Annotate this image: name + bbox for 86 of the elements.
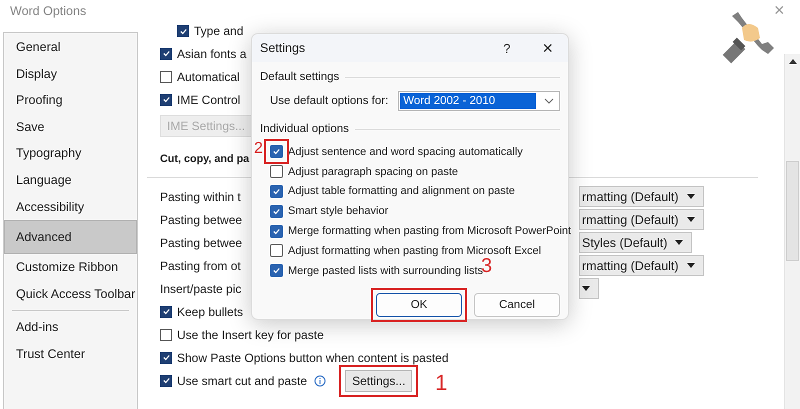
checkmark-icon: [162, 353, 170, 362]
caret-icon: [686, 194, 695, 199]
option-label: Pasting betwee: [160, 236, 242, 250]
checkmark-icon: [162, 376, 170, 385]
option-label: Merge formatting when pasting from Microsoft PowerPoint: [288, 225, 572, 238]
checkbox[interactable]: [160, 328, 172, 340]
version-dropdown[interactable]: Word 2002 - 2010: [398, 91, 560, 111]
dropdown[interactable]: rmatting (Default): [579, 255, 704, 276]
option-label: IME Control: [177, 92, 240, 106]
checkmark-icon: [162, 95, 170, 104]
option-label: Asian fonts a: [177, 46, 246, 60]
field-label: Use default options for:: [270, 95, 388, 107]
option-label: Automatical: [177, 70, 240, 84]
group-label: Default settings: [260, 71, 340, 83]
option-label: Adjust paragraph spacing on paste: [288, 166, 458, 178]
option-label: Insert/paste pic: [160, 282, 242, 296]
checkbox[interactable]: [270, 204, 283, 218]
checkmark-icon: [272, 186, 281, 196]
checkbox[interactable]: [270, 244, 283, 258]
sidebar-item[interactable]: Trust Center: [4, 340, 137, 368]
checkbox[interactable]: [270, 184, 283, 198]
checkmark-icon: [272, 226, 281, 236]
checkmark-icon: [272, 206, 281, 216]
caret-icon: [686, 217, 695, 222]
callout-number: 1: [435, 372, 448, 394]
callout-number: 2: [254, 141, 263, 158]
sidebar-item[interactable]: Proofing: [4, 87, 137, 114]
checkmark-icon: [178, 26, 188, 36]
sidebar-item[interactable]: General: [4, 34, 137, 61]
sidebar-item[interactable]: Quick Access Toolbar: [4, 280, 137, 308]
sidebar-item[interactable]: Display: [4, 60, 137, 88]
checkbox[interactable]: [177, 25, 189, 37]
checkbox[interactable]: [160, 48, 172, 60]
option-label: Use smart cut and paste: [177, 374, 308, 388]
option-label: Adjust table formatting and alignment on paste: [288, 185, 515, 198]
caret-icon: [686, 263, 695, 268]
sidebar-item[interactable]: Language: [4, 166, 137, 194]
sidebar-item[interactable]: Add-ins: [4, 314, 137, 341]
checkbox[interactable]: [160, 306, 172, 318]
scrollbar-thumb[interactable]: [786, 161, 799, 261]
option-label: Keep bullets: [177, 304, 244, 318]
dropdown[interactable]: rmatting (Default): [579, 209, 704, 230]
checkbox[interactable]: [160, 352, 172, 364]
scrollbar[interactable]: [784, 54, 800, 409]
checkbox[interactable]: [270, 165, 283, 178]
close-button[interactable]: ×: [542, 38, 553, 58]
checkbox[interactable]: [160, 70, 172, 82]
option-label: Show Paste Options button when content is pasted: [177, 350, 449, 364]
option-label: Merge pasted lists with surrounding lists: [288, 264, 484, 277]
checkmark-icon: [272, 266, 281, 276]
option-label: Use the Insert key for paste: [177, 328, 324, 342]
option-label: Adjust sentence and word spacing automatically: [288, 146, 523, 158]
caret-icon: [582, 286, 590, 291]
dropdown[interactable]: [579, 278, 599, 299]
settings-button[interactable]: Settings...: [345, 370, 412, 392]
option-label: Pasting betwee: [160, 212, 242, 226]
option-label: Smart style behavior: [288, 205, 388, 218]
checkbox[interactable]: [270, 145, 283, 158]
option-label: Pasting from ot: [160, 258, 241, 272]
help-button[interactable]: ?: [503, 40, 510, 56]
window-title: Word Options: [10, 4, 86, 18]
scroll-up-arrow-icon[interactable]: [788, 57, 798, 67]
checkmark-icon: [162, 307, 170, 316]
caret-icon: [544, 98, 554, 104]
caret-icon: [675, 240, 684, 245]
ok-button[interactable]: OK: [376, 292, 462, 317]
cancel-button[interactable]: Cancel: [474, 292, 560, 317]
section-heading: Cut, copy, and pa: [160, 153, 250, 165]
option-label: Pasting within t: [160, 190, 241, 204]
checkbox[interactable]: [160, 374, 172, 386]
checkmark-icon: [272, 147, 281, 156]
checkbox[interactable]: [270, 224, 283, 238]
checkmark-icon: [162, 49, 170, 58]
sidebar-item[interactable]: Typography: [4, 140, 137, 167]
group-label: Individual options: [260, 123, 349, 135]
checkbox[interactable]: [270, 264, 283, 278]
option-label: Adjust formatting when pasting from Microsoft Excel: [288, 244, 542, 257]
sidebar-item[interactable]: Advanced: [4, 220, 137, 254]
dropdown[interactable]: rmatting (Default): [579, 186, 704, 207]
sidebar-item[interactable]: Save: [4, 114, 137, 140]
sidebar-item[interactable]: Accessibility: [4, 194, 137, 220]
sidebar-item[interactable]: Customize Ribbon: [4, 254, 137, 281]
checkbox[interactable]: [160, 94, 172, 106]
option-label: Type and: [194, 24, 244, 38]
dropdown[interactable]: Styles (Default): [579, 232, 692, 253]
dialog-title: Settings: [260, 41, 306, 55]
